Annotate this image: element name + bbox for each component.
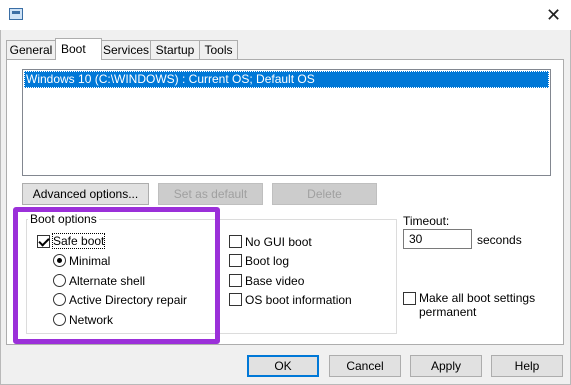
close-icon[interactable]: ✕: [536, 0, 571, 30]
tab-tools[interactable]: Tools: [199, 40, 238, 59]
annotation-highlight-box: [13, 207, 220, 344]
make-permanent-label[interactable]: Make all boot settings: [419, 291, 535, 305]
no-gui-boot-label[interactable]: No GUI boot: [245, 235, 312, 249]
tab-startup[interactable]: Startup: [150, 40, 200, 59]
delete-button[interactable]: Delete: [272, 183, 377, 205]
tab-boot-label: Boot: [61, 42, 86, 56]
tab-general[interactable]: General: [6, 40, 56, 59]
os-boot-information-checkbox[interactable]: [229, 293, 242, 306]
title-bar: [0, 0, 571, 30]
boot-log-label[interactable]: Boot log: [245, 254, 289, 268]
os-boot-information-label[interactable]: OS boot information: [245, 293, 352, 307]
timeout-input[interactable]: 30: [403, 229, 472, 249]
set-as-default-button[interactable]: Set as default: [158, 183, 263, 205]
cancel-button[interactable]: Cancel: [329, 355, 401, 377]
apply-button[interactable]: Apply: [410, 355, 482, 377]
os-list-item[interactable]: Windows 10 (C:\WINDOWS) : Current OS; De…: [24, 71, 549, 88]
advanced-options-button[interactable]: Advanced options...: [22, 183, 149, 205]
help-button[interactable]: Help: [491, 355, 563, 377]
timeout-label: Timeout:: [403, 214, 450, 228]
timeout-unit: seconds: [477, 233, 522, 247]
boot-log-checkbox[interactable]: [229, 254, 242, 267]
msconfig-icon: [9, 8, 23, 20]
tab-boot[interactable]: Boot: [55, 38, 102, 60]
no-gui-boot-checkbox[interactable]: [229, 235, 242, 248]
make-permanent-checkbox[interactable]: [403, 292, 416, 305]
tab-services[interactable]: Services: [101, 40, 151, 59]
make-permanent-label-line2[interactable]: permanent: [419, 305, 476, 319]
base-video-checkbox[interactable]: [229, 274, 242, 287]
base-video-label[interactable]: Base video: [245, 274, 304, 288]
ok-button[interactable]: OK: [247, 355, 319, 377]
